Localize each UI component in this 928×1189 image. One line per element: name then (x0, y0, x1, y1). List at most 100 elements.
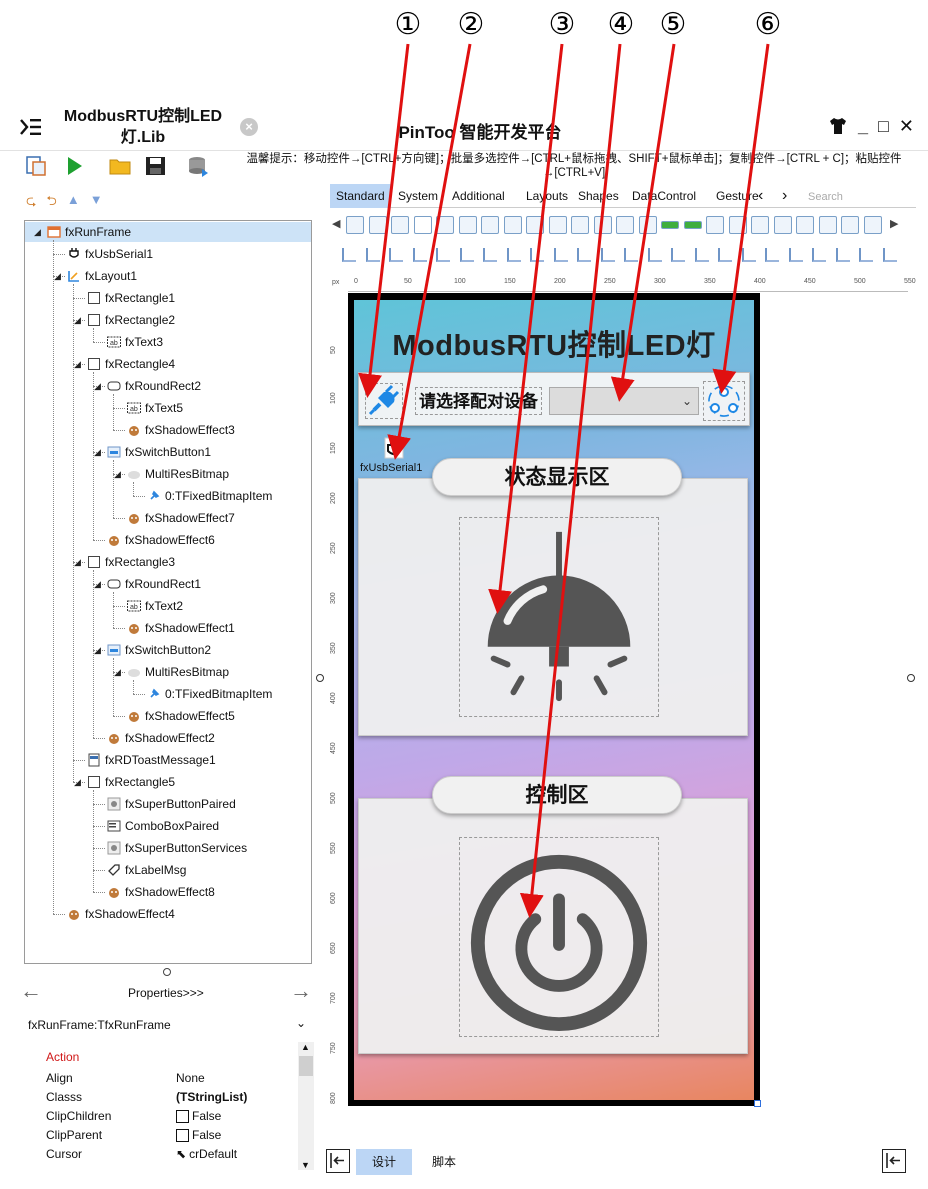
database-icon[interactable] (186, 155, 210, 177)
tree-node[interactable]: fxSuperButtonPaired (107, 794, 236, 814)
property-value[interactable]: False (176, 1126, 221, 1145)
palette-component-icon[interactable] (796, 216, 814, 234)
collapse-left-button[interactable] (326, 1149, 350, 1173)
align-tool-icon[interactable] (624, 248, 638, 262)
remove-node-icon[interactable]: ⮌ (46, 192, 56, 214)
palette-tab[interactable]: Additional (446, 184, 511, 208)
tree-node[interactable]: fxRoundRect2 (107, 376, 201, 396)
chevron-down-icon[interactable]: ⌄ (296, 1016, 306, 1030)
palette-component-icon[interactable] (728, 216, 747, 234)
control-panel[interactable] (358, 798, 748, 1054)
tree-node[interactable]: fxRectangle5 (87, 772, 175, 792)
expander-icon[interactable]: ◢ (74, 777, 81, 788)
tree-node[interactable]: fxShadowEffect3 (127, 420, 235, 440)
align-tool-icon[interactable] (647, 248, 662, 262)
palette-component-icon[interactable] (841, 216, 859, 234)
palette-component-icon[interactable] (526, 216, 544, 234)
properties-nav-label[interactable]: Properties>>> (128, 986, 204, 1000)
align-tool-icon[interactable] (859, 248, 873, 262)
file-tab[interactable]: ModbusRTU控制LED灯.Lib (58, 106, 228, 148)
tree-node[interactable]: ab fxText3 (107, 332, 163, 352)
expander-icon[interactable]: ◢ (94, 645, 101, 656)
new-project-icon[interactable] (24, 155, 48, 177)
palette-search[interactable]: Search (808, 184, 843, 210)
theme-shirt-icon[interactable] (828, 116, 848, 136)
tree-node[interactable]: fxRectangle1 (87, 288, 175, 308)
tree-node[interactable]: ab fxText5 (127, 398, 183, 418)
align-tool-icon[interactable] (530, 248, 544, 262)
expander-icon[interactable]: ◢ (94, 579, 101, 590)
property-row[interactable]: Classs (TStringList) (46, 1088, 296, 1107)
property-value[interactable]: ⬉ crDefault (176, 1145, 237, 1164)
palette-component-icon[interactable] (818, 216, 837, 234)
palette-component-icon[interactable] (638, 216, 657, 234)
nav-forward-icon[interactable]: → (290, 980, 312, 1002)
tab-design[interactable]: 设计 (356, 1149, 412, 1175)
usb-serial-label[interactable]: fxUsbSerial1 (360, 462, 422, 474)
align-tool-icon[interactable] (506, 248, 521, 262)
lamp-switch-button[interactable] (459, 517, 659, 717)
align-tool-icon[interactable] (718, 248, 732, 262)
collapse-right-button[interactable] (882, 1149, 906, 1173)
align-tool-icon[interactable] (600, 248, 615, 262)
tree-node[interactable]: fxRectangle4 (87, 354, 175, 374)
tree-node[interactable]: fxRDToastMessage1 (87, 750, 216, 770)
palette-component-icon[interactable] (773, 216, 792, 234)
move-down-icon[interactable]: ▼ (90, 192, 103, 214)
combobox-paired[interactable]: ⌄ (549, 387, 699, 415)
align-tool-icon[interactable] (577, 248, 591, 262)
close-tab-icon[interactable]: × (240, 118, 258, 136)
property-row[interactable]: Align None (46, 1069, 296, 1088)
palette-component-icon[interactable] (661, 221, 679, 229)
add-node-icon[interactable]: ⮎ (26, 192, 36, 214)
tree-node[interactable]: MultiResBitmap (127, 662, 229, 682)
status-panel[interactable] (358, 478, 748, 736)
palette-component-icon[interactable] (548, 216, 567, 234)
palette-component-icon[interactable] (436, 216, 454, 234)
align-tool-icon[interactable] (412, 248, 427, 262)
palette-scroll-right-icon[interactable]: ▶ (890, 217, 898, 230)
tree-node[interactable]: fxShadowEffect4 (67, 904, 175, 924)
tree-node[interactable]: fxRectangle2 (87, 310, 175, 330)
tree-node[interactable]: fxRectangle3 (87, 552, 175, 572)
align-tool-icon[interactable] (788, 248, 803, 262)
palette-component-icon[interactable] (571, 216, 589, 234)
tree-node[interactable]: fxSuperButtonServices (107, 838, 247, 858)
tree-node[interactable]: fxUsbSerial1 (67, 244, 153, 264)
palette-component-icon[interactable] (593, 216, 612, 234)
palette-tab[interactable]: DataControl (626, 184, 702, 208)
align-tool-icon[interactable] (553, 248, 568, 262)
expander-icon[interactable]: ◢ (34, 227, 41, 238)
expander-icon[interactable]: ◢ (74, 359, 81, 370)
expander-icon[interactable]: ◢ (74, 557, 81, 568)
app-heading[interactable]: ModbusRTU控制LED灯 (354, 322, 754, 364)
component-tree[interactable]: fxRunFrame ◢ fxUsbSerial1 fxLayout1 ◢ fxRecta… (24, 220, 312, 964)
palette-component-icon[interactable] (706, 216, 724, 234)
align-tool-icon[interactable] (389, 248, 403, 262)
expander-icon[interactable]: ◢ (94, 447, 101, 458)
power-switch-button[interactable] (459, 837, 659, 1037)
tree-node[interactable]: ab fxText2 (127, 596, 183, 616)
maximize-button[interactable]: □ (878, 116, 889, 136)
checkbox[interactable] (176, 1110, 189, 1123)
tree-node[interactable]: 0:TFixedBitmapItem (147, 486, 272, 506)
tree-node[interactable]: fxLayout1 (67, 266, 137, 286)
palette-component-icon[interactable] (863, 216, 882, 234)
properties-scrollbar[interactable]: ▲ ▼ (298, 1042, 314, 1170)
expander-icon[interactable]: ◢ (94, 381, 101, 392)
align-tool-icon[interactable] (436, 248, 450, 262)
properties-object[interactable]: fxRunFrame:TfxRunFrame (28, 1018, 171, 1032)
property-row[interactable]: Cursor ⬉ crDefault (46, 1145, 296, 1164)
tree-node[interactable]: 0:TFixedBitmapItem (147, 684, 272, 704)
expander-icon[interactable]: ◢ (74, 315, 81, 326)
align-tool-icon[interactable] (765, 248, 779, 262)
tree-node[interactable]: fxShadowEffect6 (107, 530, 215, 550)
nav-back-icon[interactable]: ← (20, 980, 42, 1002)
palette-component-icon[interactable] (503, 216, 522, 234)
align-tool-icon[interactable] (741, 248, 756, 262)
property-value[interactable]: None (176, 1069, 205, 1088)
align-tool-icon[interactable] (342, 248, 356, 262)
palette-component-icon[interactable] (391, 216, 409, 234)
align-tool-icon[interactable] (459, 248, 474, 262)
expander-icon[interactable]: ◢ (114, 667, 121, 678)
